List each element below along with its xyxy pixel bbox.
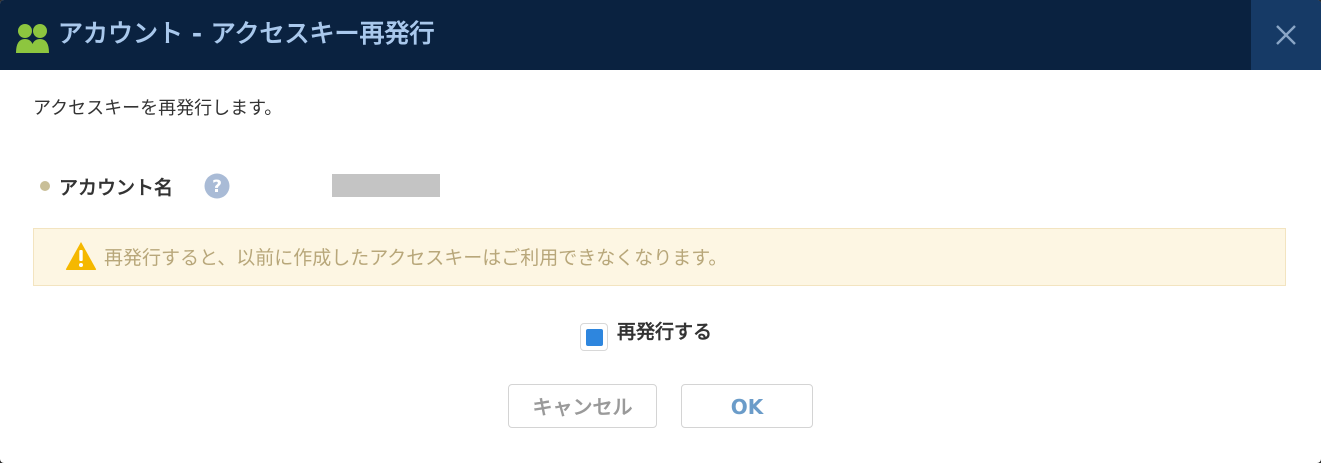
- warning-text: 再発行すると、以前に作成したアクセスキーはご利用できなくなります。: [104, 247, 728, 269]
- account-name-label: アカウント名: [59, 177, 174, 199]
- dialog-title: アカウント - アクセスキー再発行: [58, 19, 435, 48]
- svg-text:?: ?: [212, 177, 222, 197]
- users-icon: [16, 22, 50, 54]
- close-icon: [1276, 25, 1296, 45]
- ok-button[interactable]: OK: [681, 384, 813, 428]
- reissue-checkbox-row: 再発行する: [580, 316, 780, 352]
- reissue-checkbox[interactable]: [580, 323, 608, 351]
- reissue-checkbox-label[interactable]: 再発行する: [617, 317, 712, 344]
- cancel-button[interactable]: キャンセル: [508, 384, 657, 428]
- close-button[interactable]: [1251, 0, 1321, 70]
- account-name-value-redacted: [332, 174, 440, 197]
- account-name-row: アカウント名 ?: [40, 168, 540, 204]
- warning-message-box: 再発行すると、以前に作成したアクセスキーはご利用できなくなります。: [33, 228, 1286, 286]
- dialog-description: アクセスキーを再発行します。: [33, 98, 283, 119]
- dialog-titlebar: アカウント - アクセスキー再発行: [0, 0, 1321, 70]
- checkbox-checked-mark: [586, 329, 603, 346]
- field-bullet: [40, 181, 50, 191]
- reissue-access-key-dialog: アカウント - アクセスキー再発行 アクセスキーを再発行します。 アカウント名 …: [0, 0, 1321, 463]
- help-icon[interactable]: ?: [204, 173, 230, 199]
- warning-icon: [65, 241, 97, 271]
